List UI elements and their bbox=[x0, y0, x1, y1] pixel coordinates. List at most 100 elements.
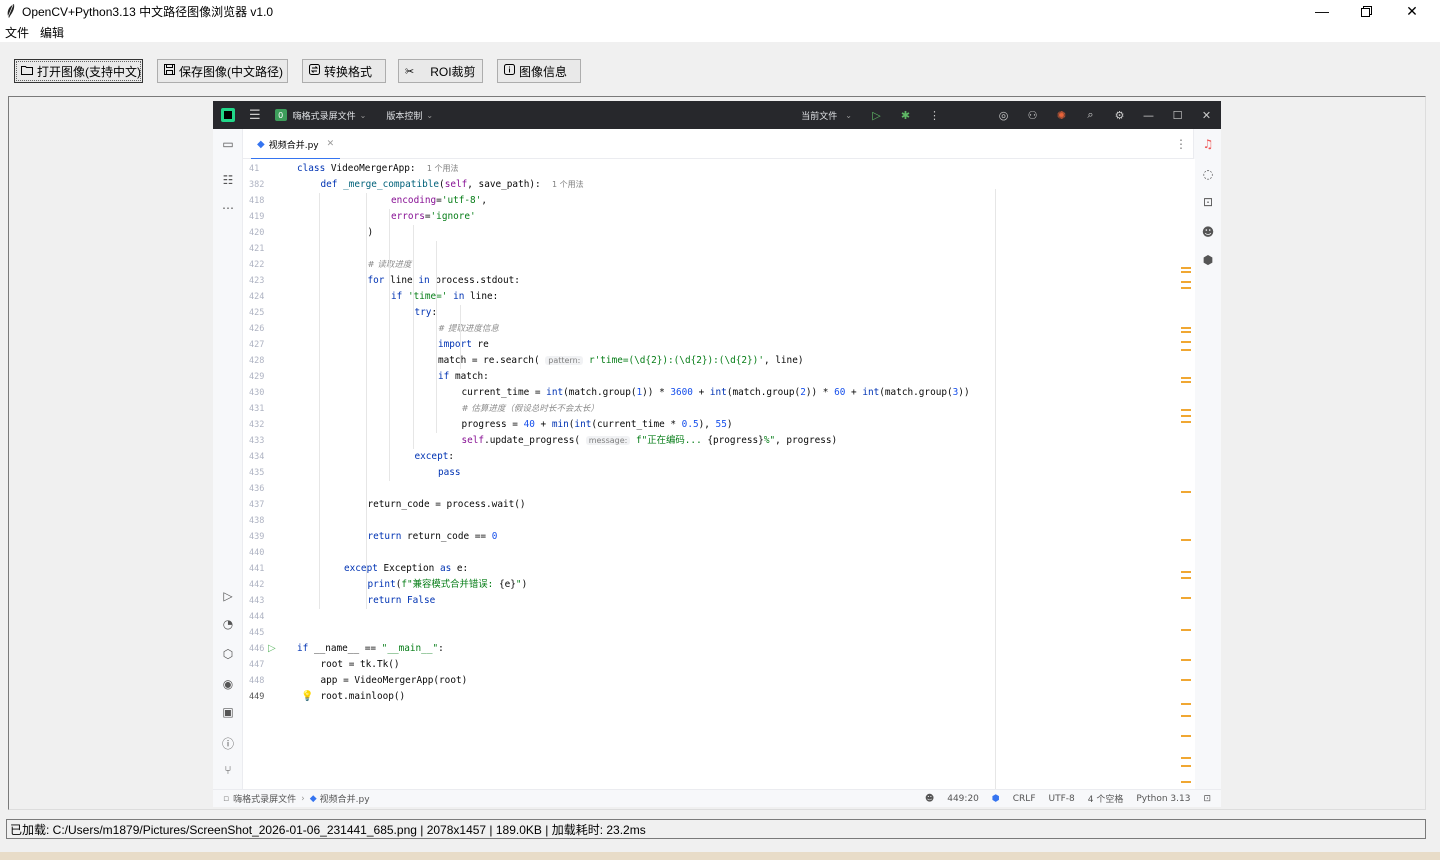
warning-marker[interactable] bbox=[1181, 781, 1191, 783]
roi-crop-button[interactable]: ✂ ROI裁剪 bbox=[398, 59, 483, 83]
lock-icon: ⊡ bbox=[1203, 793, 1211, 804]
line-number: 445 bbox=[249, 628, 265, 638]
code-token: 1 个用法 bbox=[551, 180, 584, 189]
warning-marker[interactable] bbox=[1181, 421, 1191, 423]
roi-crop-label: ROI裁剪 bbox=[430, 64, 476, 79]
code-token: int bbox=[574, 419, 592, 430]
warning-marker[interactable] bbox=[1181, 539, 1191, 541]
indent-guide bbox=[459, 305, 461, 369]
warning-marker[interactable] bbox=[1181, 267, 1191, 269]
warning-marker[interactable] bbox=[1181, 577, 1191, 579]
warning-marker[interactable] bbox=[1181, 341, 1191, 343]
menu-file[interactable]: 文件 bbox=[0, 24, 35, 41]
convert-format-button[interactable]: 转换格式 bbox=[302, 59, 386, 83]
code-token: min bbox=[551, 419, 569, 430]
open-image-button[interactable]: 打开图像(支持中文) bbox=[14, 59, 143, 83]
warning-marker[interactable] bbox=[1181, 415, 1191, 417]
desktop-strip bbox=[0, 852, 1440, 860]
code-token: int bbox=[862, 387, 880, 398]
warning-marker[interactable] bbox=[1181, 281, 1191, 283]
tab-label: 视频合并.py bbox=[268, 140, 319, 151]
convert-format-label: 转换格式 bbox=[324, 64, 373, 79]
save-image-button[interactable]: 保存图像(中文路径) bbox=[157, 59, 288, 83]
line-number: 439 bbox=[249, 532, 265, 542]
plugin-burst-icon: ✺ bbox=[1056, 108, 1067, 122]
hamburger-menu-icon: ☰ bbox=[249, 107, 261, 123]
warning-marker[interactable] bbox=[1181, 715, 1191, 717]
code-line: root.mainloop() bbox=[321, 689, 406, 705]
code-token: 1 个用法 bbox=[426, 164, 459, 173]
warning-marker[interactable] bbox=[1181, 629, 1191, 631]
code-token: root = tk.Tk() bbox=[320, 659, 400, 670]
warning-marker[interactable] bbox=[1181, 597, 1191, 599]
search-icon: ⌕ bbox=[1087, 108, 1094, 121]
minimize-button[interactable]: — bbox=[1299, 0, 1345, 22]
code-line: # 提取进度信息 bbox=[438, 321, 499, 337]
code-token: + bbox=[692, 387, 710, 398]
tab-file: ◆ 视频合并.py ✕ bbox=[251, 129, 341, 160]
warning-marker[interactable] bbox=[1181, 327, 1191, 329]
code-token: message: bbox=[585, 436, 631, 445]
line-number: 449 bbox=[249, 692, 265, 702]
code-line: print(f"兼容模式合并错误: {e}") bbox=[368, 577, 528, 593]
warning-marker[interactable] bbox=[1181, 735, 1191, 737]
window-title: OpenCV+Python3.13 中文路径图像浏览器 v1.0 bbox=[22, 4, 274, 19]
code-token: try bbox=[414, 307, 432, 318]
ai-spiral-icon: ◎ bbox=[998, 108, 1009, 122]
git-icon: ⑂ bbox=[224, 763, 232, 777]
image-info-button[interactable]: 图像信息 bbox=[497, 59, 581, 83]
line-number: 433 bbox=[249, 436, 265, 446]
indent-setting: 4 个空格 bbox=[1087, 795, 1124, 805]
code-line: if __name__ == "__main__": bbox=[297, 641, 444, 657]
code-token: + bbox=[534, 419, 552, 430]
code-line: except Exception as e: bbox=[344, 561, 468, 577]
code-token: %" bbox=[763, 435, 776, 446]
code-line: current_time = int(match.group(1)) * 360… bbox=[462, 385, 970, 401]
warning-marker[interactable] bbox=[1181, 703, 1191, 705]
warning-marker[interactable] bbox=[1181, 757, 1191, 759]
right-margin-line bbox=[995, 189, 996, 789]
warning-marker[interactable] bbox=[1181, 659, 1191, 661]
code-token: return False bbox=[367, 595, 436, 606]
warning-marker[interactable] bbox=[1181, 271, 1191, 273]
warning-marker[interactable] bbox=[1181, 381, 1191, 383]
warning-marker[interactable] bbox=[1181, 765, 1191, 767]
restore-button[interactable] bbox=[1343, 0, 1389, 22]
warning-marker[interactable] bbox=[1181, 409, 1191, 411]
warning-marker[interactable] bbox=[1181, 377, 1191, 379]
status-bar: 已加载: C:/Users/m1879/Pictures/ScreenShot_… bbox=[6, 819, 1426, 839]
lightbulb-icon[interactable]: 💡 bbox=[301, 689, 313, 705]
line-number: 442 bbox=[249, 580, 265, 590]
line-number: 420 bbox=[249, 228, 265, 238]
line-separator: CRLF bbox=[1012, 793, 1036, 804]
warning-marker[interactable] bbox=[1181, 679, 1191, 681]
warning-marker[interactable] bbox=[1181, 287, 1191, 289]
code-token: VideoMergerApp: bbox=[330, 163, 427, 174]
menu-edit[interactable]: 编辑 bbox=[35, 24, 70, 41]
more-icon: ⋮ bbox=[929, 108, 940, 122]
close-button[interactable]: ✕ bbox=[1389, 0, 1435, 22]
code-line: try: bbox=[415, 305, 438, 321]
line-number: 425 bbox=[249, 308, 265, 318]
code-line: ) bbox=[368, 225, 374, 241]
ide-left-toolbar: ▭ ☷ ⋯ ▷ ◔ ⬡ ◉ ▣ ⓘ ⑂ bbox=[213, 129, 243, 789]
warning-marker[interactable] bbox=[1181, 491, 1191, 493]
warning-marker[interactable] bbox=[1181, 349, 1191, 351]
run-gutter-icon[interactable]: ▷ bbox=[268, 641, 276, 657]
code-token: , progress) bbox=[775, 435, 838, 446]
add-user-icon: ⚇ bbox=[1027, 108, 1038, 122]
code-token: f"正在编码... bbox=[630, 435, 708, 446]
code-token: in bbox=[447, 291, 471, 302]
warning-marker[interactable] bbox=[1181, 571, 1191, 573]
code-token: 55 bbox=[715, 419, 727, 430]
ide-header: ☰ 0 嗨格式录屏文件 ⌄ 版本控制 ⌄ 当前文件 ⌄ ▷ ✱ ⋮ ◎ ⚇ ✺ … bbox=[213, 101, 1221, 129]
close-icon: ✕ bbox=[1406, 2, 1418, 19]
code-token: __name__ == bbox=[313, 643, 382, 654]
code-token: errors bbox=[391, 211, 425, 222]
warning-marker[interactable] bbox=[1181, 331, 1191, 333]
code-line: return False bbox=[368, 593, 436, 609]
line-number: 422 bbox=[249, 260, 265, 270]
close-tab-icon: ✕ bbox=[326, 139, 335, 149]
image-info-label: 图像信息 bbox=[519, 64, 568, 79]
code-token: ) bbox=[521, 579, 528, 590]
